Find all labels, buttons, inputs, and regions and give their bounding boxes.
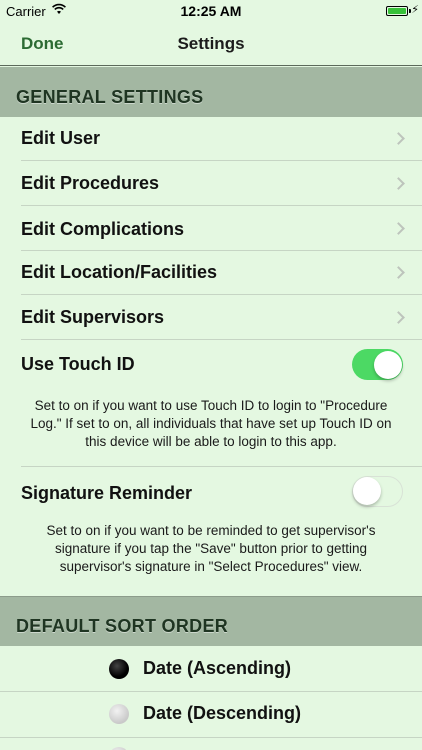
touch-id-row: Use Touch ID Set to on if you want to us… xyxy=(0,340,422,467)
radio-selected-icon xyxy=(109,659,129,679)
row-label: Edit User xyxy=(21,128,101,148)
edit-location-facilities-row[interactable]: Edit Location/Facilities xyxy=(0,251,422,295)
section-header-label: GENERAL SETTINGS xyxy=(16,87,204,107)
row-label: Edit Location/Facilities xyxy=(21,262,218,282)
charging-bolt-icon: ⚡ xyxy=(411,4,419,16)
settings-screen: Carrier 12:25 AM ⚡ Done Settings GENERAL… xyxy=(0,0,422,750)
row-label: Edit Procedures xyxy=(21,173,160,193)
sort-option-label: Date (Descending) xyxy=(143,703,302,723)
clock: 12:25 AM xyxy=(180,3,242,19)
chevron-right-icon xyxy=(392,266,405,279)
chevron-right-icon xyxy=(392,132,405,145)
edit-user-row[interactable]: Edit User xyxy=(0,117,422,161)
edit-procedures-row[interactable]: Edit Procedures xyxy=(0,161,422,206)
done-button[interactable]: Done xyxy=(21,34,64,54)
signature-reminder-description: Set to on if you want to be reminded to … xyxy=(46,523,376,574)
battery-icon xyxy=(386,6,408,16)
signature-reminder-toggle[interactable] xyxy=(352,476,403,507)
touch-id-toggle[interactable] xyxy=(352,349,403,380)
sort-option-date-descending[interactable]: Date (Descending) xyxy=(0,692,422,738)
status-bar: Carrier 12:25 AM ⚡ xyxy=(0,0,422,22)
signature-reminder-label: Signature Reminder xyxy=(21,483,193,503)
general-settings-header: GENERAL SETTINGS xyxy=(0,67,422,117)
row-label: Edit Supervisors xyxy=(21,307,165,327)
sort-option-date-ascending[interactable]: Date (Ascending) xyxy=(0,646,422,692)
touch-id-label: Use Touch ID xyxy=(21,354,135,374)
chevron-right-icon xyxy=(392,311,405,324)
radio-unselected-icon xyxy=(109,704,129,724)
toggle-knob xyxy=(353,477,381,505)
default-sort-order-header: DEFAULT SORT ORDER xyxy=(0,596,422,646)
navigation-bar: Done Settings xyxy=(0,22,422,66)
sort-option-label: Date (Ascending) xyxy=(143,658,292,678)
section-header-label: DEFAULT SORT ORDER xyxy=(16,616,229,636)
edit-complications-row[interactable]: Edit Complications xyxy=(0,206,422,251)
signature-reminder-row: Signature Reminder Set to on if you want… xyxy=(0,467,422,594)
edit-supervisors-row[interactable]: Edit Supervisors xyxy=(0,295,422,340)
chevron-right-icon xyxy=(392,222,405,235)
toggle-knob xyxy=(374,350,402,379)
sort-option-partial[interactable] xyxy=(0,738,422,750)
touch-id-description: Set to on if you want to use Touch ID to… xyxy=(30,398,392,449)
chevron-right-icon xyxy=(392,177,405,190)
row-label: Edit Complications xyxy=(21,219,185,239)
